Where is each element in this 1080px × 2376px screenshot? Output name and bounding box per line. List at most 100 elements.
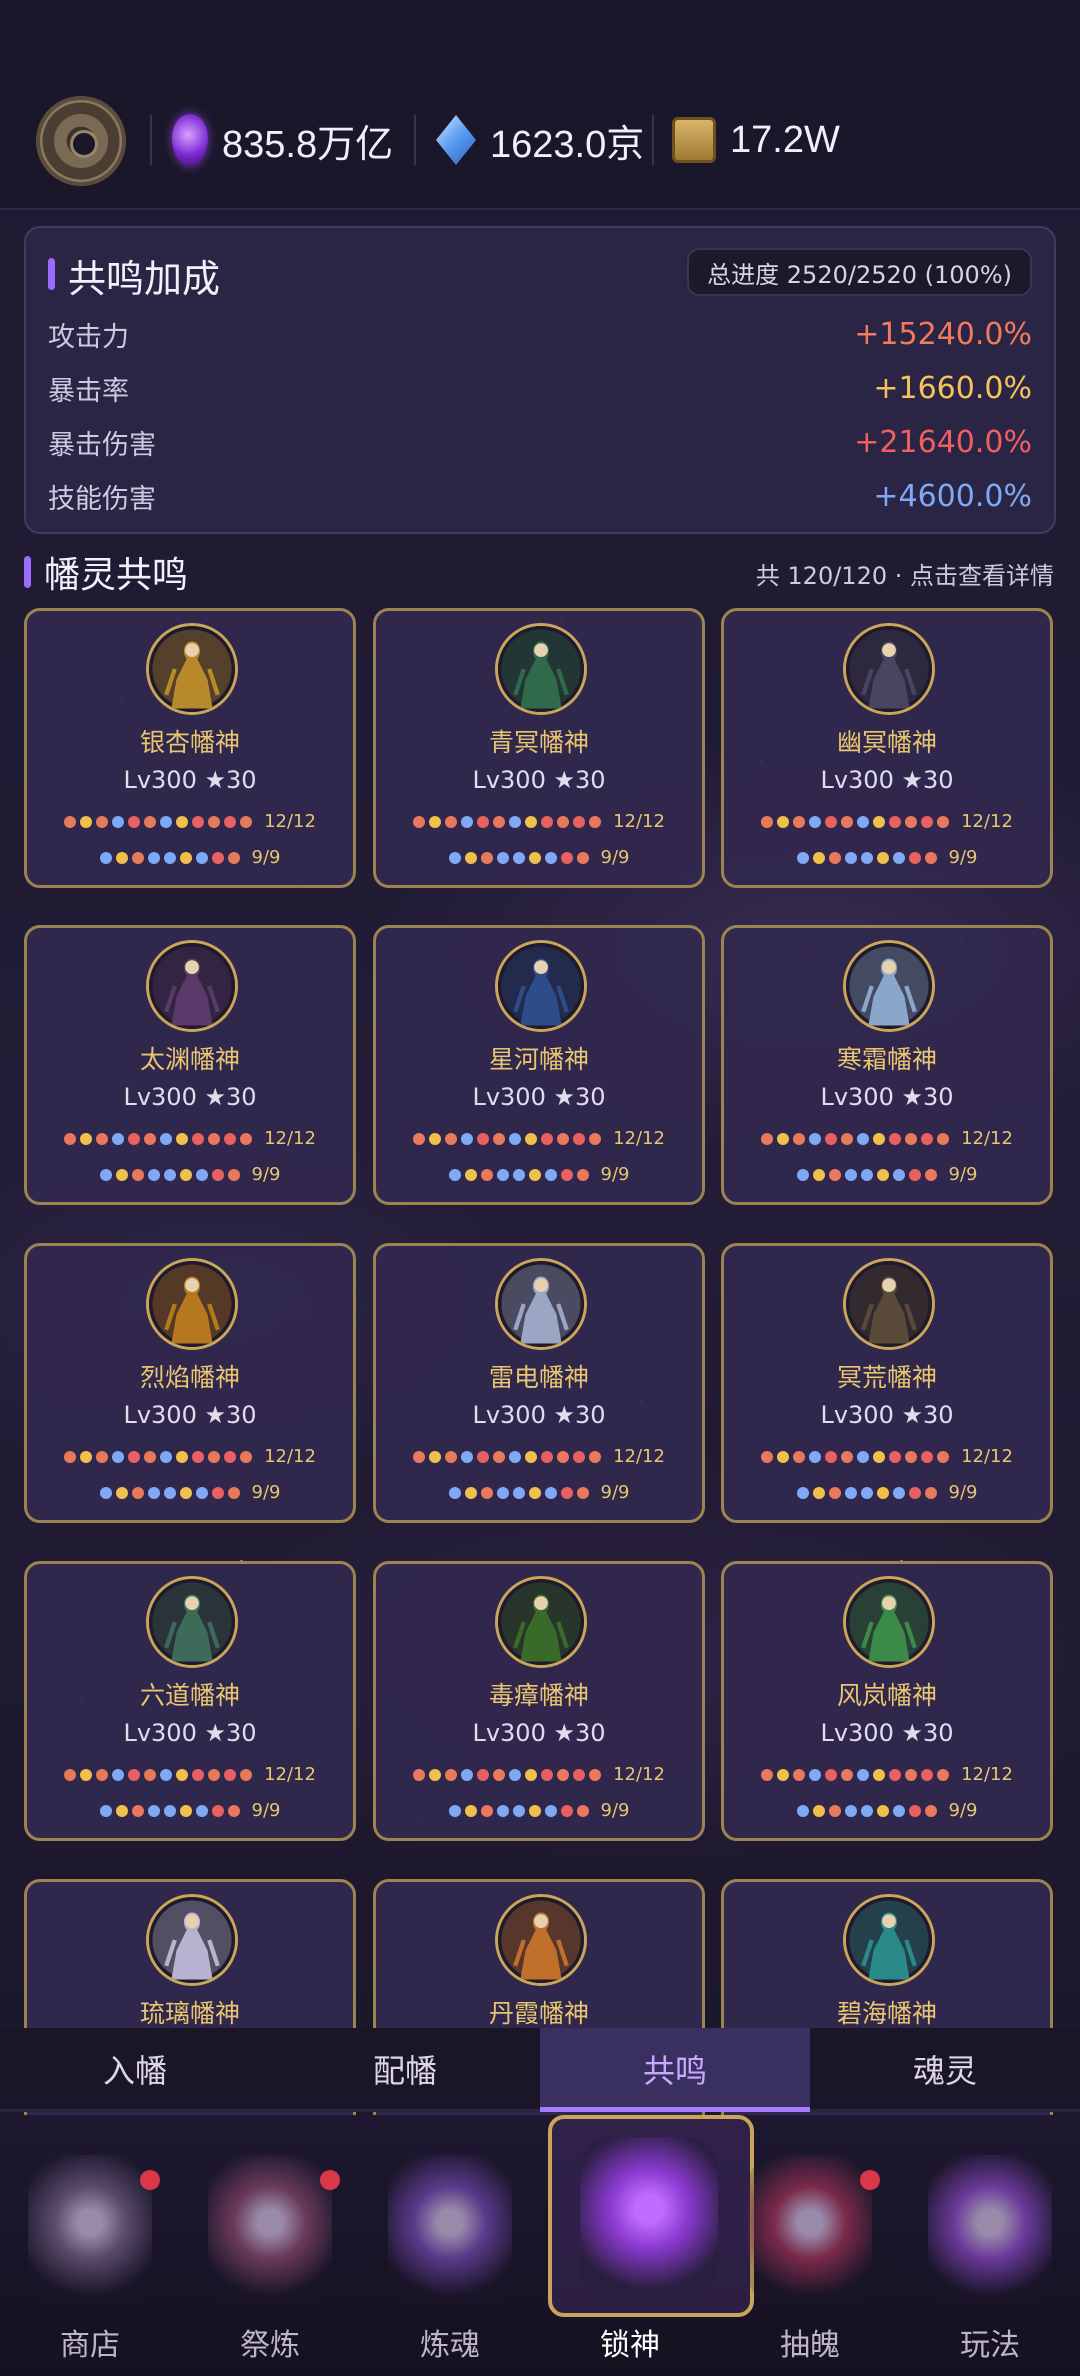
banner-spirit-card[interactable]: 青冥幡神 Lv300 ★30 12/12 9/9 xyxy=(373,608,705,888)
stat-label: 暴击率 xyxy=(48,375,129,407)
view-details-link[interactable]: 共 120/120 · 点击查看详情 xyxy=(756,556,1054,591)
resonance-dot xyxy=(192,815,205,828)
tab-soul-spirit[interactable]: 魂灵 xyxy=(810,2028,1080,2109)
resonance-dot xyxy=(493,1768,506,1781)
nav-shop[interactable]: 商店 xyxy=(0,2115,180,2376)
resonance-dot xyxy=(873,1132,886,1145)
resonance-dot xyxy=(208,1768,221,1781)
soul-resource[interactable]: 835.8万亿 xyxy=(172,110,393,170)
resonance-dot xyxy=(192,1132,205,1145)
resonance-dot xyxy=(841,1450,854,1463)
resonance-dot xyxy=(160,1450,173,1463)
resonance-bonus-panel: 共鸣加成 总进度 2520/2520 (100%) 攻击力 +15240.0% … xyxy=(24,226,1056,534)
resonance-dot xyxy=(160,1132,173,1145)
resonance-dot xyxy=(812,1804,825,1817)
resonance-dot-row: 12/12 xyxy=(376,1128,702,1149)
resonance-dot xyxy=(557,815,570,828)
resonance-dot xyxy=(876,1486,889,1499)
resonance-dot xyxy=(448,1168,461,1181)
resonance-dot xyxy=(576,1168,589,1181)
resonance-dot xyxy=(147,1804,160,1817)
banner-spirit-card[interactable]: 雷电幡神 Lv300 ★30 12/12 9/9 xyxy=(373,1243,705,1523)
resonance-dot xyxy=(908,851,921,864)
gem-amount: 1623.0京 xyxy=(490,123,645,166)
resonance-count: 12/12 xyxy=(961,811,1013,832)
resonance-dot xyxy=(464,1168,477,1181)
resonance-dot xyxy=(493,1450,506,1463)
banner-spirit-card[interactable]: 银杏幡神 Lv300 ★30 12/12 9/9 xyxy=(24,608,356,888)
resonance-dot xyxy=(131,851,144,864)
nav-ritual[interactable]: 祭炼 xyxy=(180,2115,360,2376)
banner-spirit-card[interactable]: 毒瘴幡神 Lv300 ★30 12/12 9/9 xyxy=(373,1561,705,1841)
resonance-dot xyxy=(793,815,806,828)
spirit-portrait-icon xyxy=(146,1576,238,1668)
resonance-dot xyxy=(525,815,538,828)
resonance-dot xyxy=(192,1450,205,1463)
settings-gear-icon[interactable] xyxy=(36,96,126,186)
resonance-dot xyxy=(208,815,221,828)
banner-spirit-card[interactable]: 冥荒幡神 Lv300 ★30 12/12 9/9 xyxy=(721,1243,1053,1523)
resonance-dot xyxy=(809,1132,822,1145)
resonance-dot xyxy=(224,1132,237,1145)
resonance-dot xyxy=(860,1804,873,1817)
resonance-dot xyxy=(889,1132,902,1145)
nav-gameplay[interactable]: 玩法 xyxy=(900,2115,1080,2376)
resonance-dot xyxy=(112,1132,125,1145)
resonance-dot xyxy=(761,815,774,828)
resonance-dot xyxy=(908,1486,921,1499)
nav-label: 抽魄 xyxy=(780,2328,840,2363)
spirit-name: 烈焰幡神 xyxy=(139,1363,240,1392)
resonance-dot xyxy=(777,1132,790,1145)
nav-soul-refine[interactable]: 炼魂 xyxy=(360,2115,540,2376)
tab-equip-banner[interactable]: 配幡 xyxy=(270,2028,540,2109)
banner-spirit-card[interactable]: 六道幡神 Lv300 ★30 12/12 9/9 xyxy=(24,1561,356,1841)
resonance-dot xyxy=(825,815,838,828)
resonance-dot xyxy=(224,1768,237,1781)
resonance-count: 9/9 xyxy=(948,1164,978,1185)
banner-spirit-card[interactable]: 星河幡神 Lv300 ★30 12/12 9/9 xyxy=(373,925,705,1205)
shop-icon xyxy=(28,2155,152,2305)
resonance-dot xyxy=(544,1804,557,1817)
resonance-dot-row: 9/9 xyxy=(724,847,1050,868)
banner-spirit-card[interactable]: 寒霜幡神 Lv300 ★30 12/12 9/9 xyxy=(721,925,1053,1205)
stat-value: +4600.0% xyxy=(873,478,1032,514)
resonance-dot xyxy=(224,1450,237,1463)
resonance-dot xyxy=(892,1486,905,1499)
resonance-dot xyxy=(160,815,173,828)
nav-label: 商店 xyxy=(60,2328,120,2363)
resonance-dot xyxy=(557,1768,570,1781)
resonance-count: 12/12 xyxy=(613,811,665,832)
resonance-count: 9/9 xyxy=(251,1800,281,1821)
resonance-dot xyxy=(99,1486,112,1499)
resonance-dot xyxy=(195,851,208,864)
spirit-level: Lv300 ★30 xyxy=(472,766,606,794)
banner-spirit-card[interactable]: 太渊幡神 Lv300 ★30 12/12 9/9 xyxy=(24,925,356,1205)
gem-resource[interactable]: 1623.0京 xyxy=(436,110,644,170)
resonance-dot xyxy=(924,1804,937,1817)
resonance-dot xyxy=(908,1168,921,1181)
banner-spirit-card[interactable]: 风岚幡神 Lv300 ★30 12/12 9/9 xyxy=(721,1561,1053,1841)
nav-lock-god[interactable]: 锁神 xyxy=(540,2115,754,2376)
resonance-dot xyxy=(809,1768,822,1781)
resonance-dot xyxy=(761,1768,774,1781)
notification-badge xyxy=(140,2170,160,2190)
resonance-dot xyxy=(461,1132,474,1145)
spirit-portrait-icon xyxy=(495,940,587,1032)
tab-resonance[interactable]: 共鸣 xyxy=(540,2028,810,2112)
resonance-count: 9/9 xyxy=(600,1800,630,1821)
resonance-dot xyxy=(493,815,506,828)
tab-enter-banner[interactable]: 入幡 xyxy=(0,2028,270,2109)
spirit-level: Lv300 ★30 xyxy=(820,1719,954,1747)
resonance-dot xyxy=(512,1804,525,1817)
spirit-level: Lv300 ★30 xyxy=(472,1401,606,1429)
soul-amount: 835.8万亿 xyxy=(222,123,394,166)
nav-extract[interactable]: 抽魄 xyxy=(720,2115,900,2376)
resonance-dot xyxy=(576,1486,589,1499)
spirit-name: 丹霞幡神 xyxy=(488,1999,589,2028)
resonance-dot-row: 9/9 xyxy=(376,847,702,868)
resource-bar: 835.8万亿 1623.0京 17.2W xyxy=(0,0,1080,210)
banner-spirit-card[interactable]: 烈焰幡神 Lv300 ★30 12/12 9/9 xyxy=(24,1243,356,1523)
resonance-count: 12/12 xyxy=(613,1446,665,1467)
banner-spirit-card[interactable]: 幽冥幡神 Lv300 ★30 12/12 9/9 xyxy=(721,608,1053,888)
scroll-resource[interactable]: 17.2W xyxy=(672,110,840,170)
